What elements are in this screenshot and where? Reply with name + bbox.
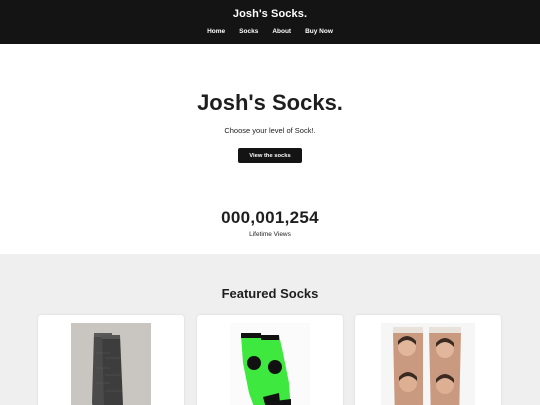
view-socks-button[interactable]: View the socks [238,148,302,163]
hero-subtitle: Choose your level of Sock!. [224,126,316,135]
view-counter-label: Lifetime Views [249,231,291,238]
site-header: Josh's Socks. Home Socks About Buy Now [0,0,540,44]
sock-card-face[interactable] [355,315,501,405]
face-print-sock-image [363,323,493,405]
sock-card-green[interactable] [197,315,343,405]
nav-about-link[interactable]: About [272,28,291,35]
hero-title: Josh's Socks. [197,90,343,115]
featured-section: Featured Socks [0,254,540,405]
hero-section: Josh's Socks. Choose your level of Sock!… [0,44,540,254]
grey-sock-image [46,323,176,405]
green-black-sock-image [205,323,335,405]
nav-buy-now-link[interactable]: Buy Now [305,28,333,35]
nav-socks-link[interactable]: Socks [239,28,258,35]
sock-card-grey[interactable] [38,315,184,405]
nav-home-link[interactable]: Home [207,28,225,35]
site-title: Josh's Socks. [232,8,308,20]
view-counter: 000,001,254 [221,208,319,227]
featured-title: Featured Socks [221,286,319,301]
main-nav: Home Socks About Buy Now [0,28,540,35]
